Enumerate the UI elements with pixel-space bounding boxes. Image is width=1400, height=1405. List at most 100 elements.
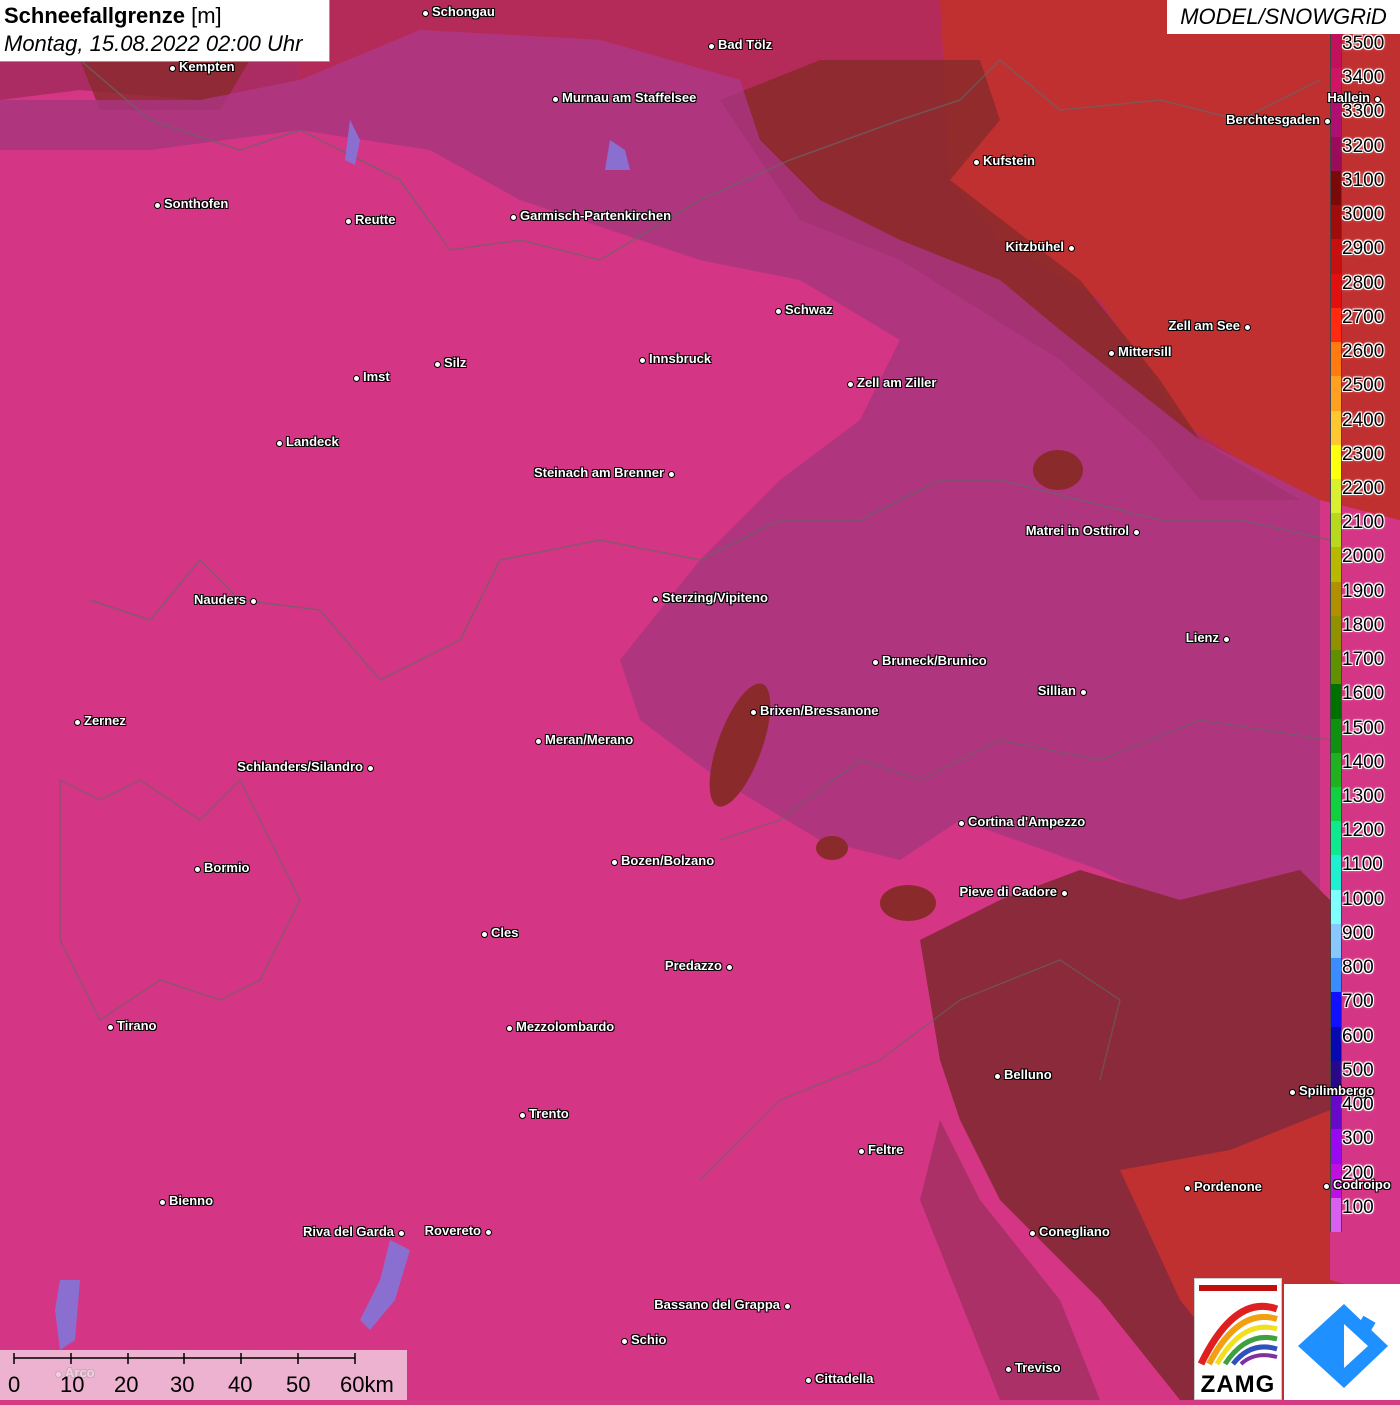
city-marker (638, 356, 646, 364)
legend-label: 2200 (1342, 477, 1385, 499)
city-label: Tirano (117, 1018, 157, 1033)
city-marker (397, 1229, 405, 1237)
legend-label: 700 (1342, 991, 1374, 1013)
city-marker (158, 1198, 166, 1206)
spot-matrei (1033, 450, 1083, 490)
legend-label: 2300 (1342, 443, 1385, 465)
scale-label: 50 (286, 1372, 311, 1397)
city-marker (1079, 688, 1087, 696)
city-marker (749, 708, 757, 716)
legend-swatch (1330, 273, 1342, 309)
legend-swatch (1330, 1026, 1342, 1062)
city-marker (1222, 635, 1230, 643)
city-marker (249, 597, 257, 605)
city-marker (725, 963, 733, 971)
city-label: Spilimbergo (1299, 1083, 1375, 1098)
legend-label: 3000 (1342, 204, 1385, 226)
title-box: Schneefallgrenze [m] Montag, 15.08.2022 … (0, 0, 330, 62)
city-marker (783, 1302, 791, 1310)
city-label: Treviso (1015, 1360, 1061, 1375)
scale-label: 0 (8, 1372, 21, 1397)
legend-swatch (1330, 342, 1342, 377)
map-title: Schneefallgrenze [m] (4, 2, 325, 30)
city-marker (366, 764, 374, 772)
city-marker (484, 1228, 492, 1236)
city-marker (480, 930, 488, 938)
legend-swatch (1330, 992, 1342, 1028)
legend-label: 1700 (1342, 649, 1385, 671)
legend-label: 1500 (1342, 717, 1385, 739)
city-label: Schwaz (785, 302, 833, 317)
city-marker (1107, 349, 1115, 357)
city-label: Riva del Garda (302, 1224, 394, 1239)
legend-swatch (1330, 547, 1342, 583)
legend-label: 2800 (1342, 272, 1385, 294)
legend-swatch (1330, 855, 1342, 891)
city-marker (1288, 1088, 1296, 1096)
legend-swatch (1330, 478, 1342, 514)
city-label: Landeck (286, 434, 339, 449)
legend-label: 800 (1342, 957, 1374, 979)
city-label: Innsbruck (649, 351, 712, 366)
legend-swatch (1330, 376, 1342, 411)
city-marker (421, 9, 429, 17)
legend-label: 2700 (1342, 306, 1385, 328)
city-label: Garmisch-Partenkirchen (520, 208, 672, 223)
legend-label: 2900 (1342, 238, 1385, 260)
legend-swatch (1330, 581, 1342, 617)
legend-label: 3200 (1342, 135, 1385, 157)
city-marker (275, 439, 283, 447)
legend-label: 600 (1342, 1025, 1374, 1047)
city-label: Kufstein (983, 153, 1035, 168)
city-marker (1028, 1229, 1036, 1237)
legend-swatch (1330, 650, 1342, 685)
legend-swatch (1330, 718, 1342, 754)
city-label: Mittersill (1118, 344, 1172, 359)
legend-label: 1300 (1342, 786, 1385, 808)
legend-swatch (1330, 821, 1342, 856)
zamg-logo-text: ZAMG (1200, 1371, 1276, 1398)
legend-label: 100 (1342, 1196, 1374, 1218)
city-marker (1067, 244, 1075, 252)
city-label: Belluno (1004, 1067, 1052, 1082)
city-label: Bad Tölz (718, 37, 773, 52)
city-label: Reutte (355, 212, 396, 227)
legend-swatch (1330, 444, 1342, 480)
legend-label: 400 (1342, 1094, 1374, 1116)
legend-label: 1800 (1342, 614, 1385, 636)
city-label: Sonthofen (164, 196, 229, 211)
city-marker (168, 64, 176, 72)
city-label: Pieve di Cadore (959, 884, 1057, 899)
legend-swatch (1330, 615, 1342, 651)
city-label: Predazzo (664, 958, 722, 973)
legend-swatch (1330, 170, 1342, 206)
city-marker (1323, 117, 1331, 125)
city-marker (1373, 95, 1381, 103)
city-label: Zell am See (1168, 318, 1240, 333)
city-marker (1243, 323, 1251, 331)
legend-label: 1100 (1342, 854, 1383, 876)
spot-cadore (880, 885, 936, 921)
city-label: Murnau am Staffelsee (562, 90, 697, 105)
city-marker (1132, 528, 1140, 536)
legend-label: 3500 (1342, 33, 1385, 54)
city-label: Hallein (1327, 90, 1370, 105)
city-marker (509, 213, 517, 221)
city-label: Sillian (1037, 683, 1076, 698)
city-marker (534, 737, 542, 745)
city-marker (871, 658, 879, 666)
legend-swatch (1330, 136, 1342, 172)
city-label: Schlanders/Silandro (237, 759, 363, 774)
legend-swatch (1330, 787, 1342, 822)
city-marker (846, 380, 854, 388)
city-label: Kitzbühel (1005, 239, 1065, 254)
scale-label: 40 (228, 1372, 253, 1397)
legend-swatch (1330, 513, 1342, 548)
legend-swatch (1330, 684, 1342, 720)
legend-swatch (1330, 1197, 1342, 1233)
city-marker (153, 201, 161, 209)
legend-label: 1000 (1342, 888, 1385, 910)
legend-label: 2000 (1342, 546, 1385, 568)
legend-swatch (1330, 958, 1342, 993)
city-marker (707, 42, 715, 50)
